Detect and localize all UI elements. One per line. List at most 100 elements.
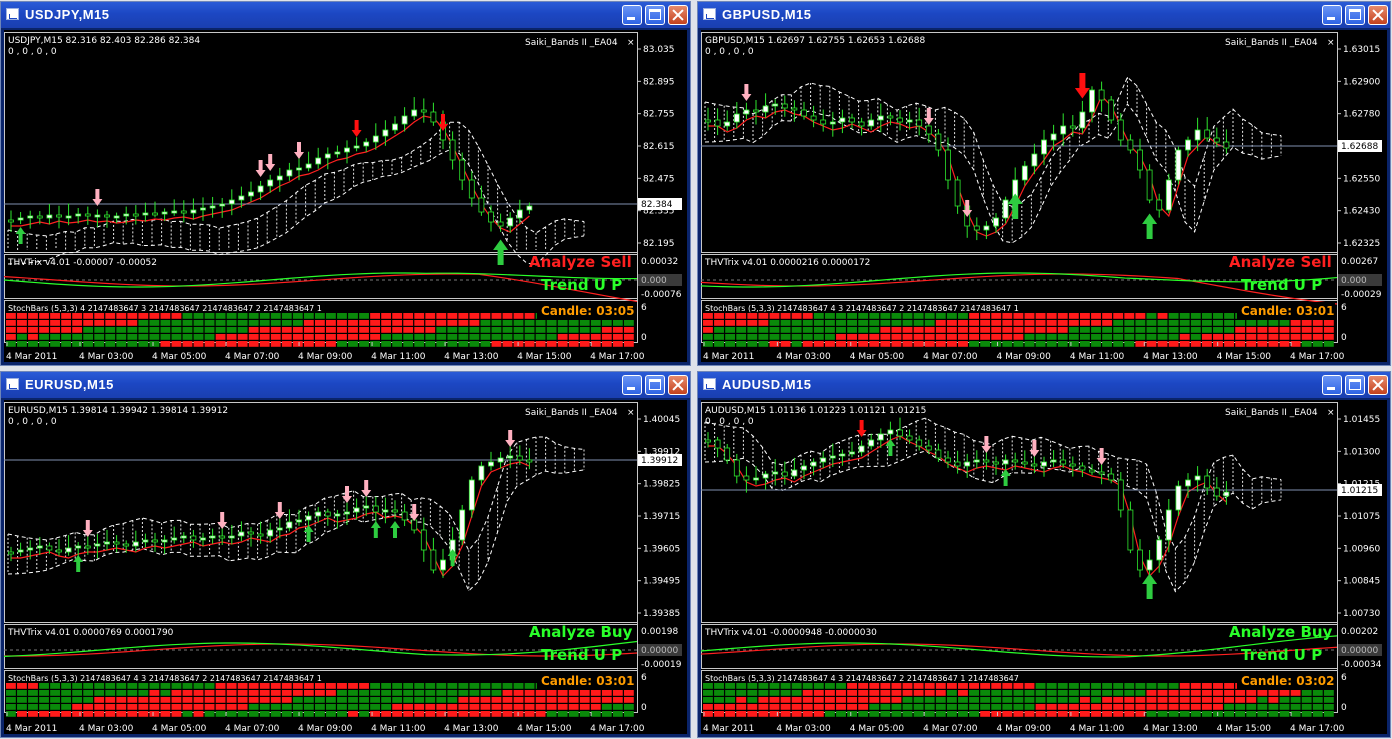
stoch-cell [758, 711, 769, 717]
title-bar[interactable]: EURUSD,M15 [1, 372, 690, 398]
stoch-cell [791, 704, 802, 710]
minimize-button[interactable] [1322, 5, 1342, 25]
minimize-button[interactable] [622, 5, 642, 25]
stoch-cell [303, 697, 314, 703]
stoch-cell [403, 341, 414, 347]
chart-area[interactable]: 83.035 82.895 82.755 82.615 82.475 82.335 82.1… [4, 30, 687, 362]
stoch-cell [138, 341, 149, 347]
stoch-cell [149, 313, 160, 319]
stoch-cell [714, 341, 724, 347]
stoch-cell [502, 711, 513, 717]
title-bar[interactable]: GBPUSD,M15 [698, 2, 1390, 28]
stoch-cell [847, 334, 858, 340]
candle-body [1060, 125, 1067, 135]
trend-text: Trend U P [1241, 646, 1322, 664]
symbol-info: GBPUSD,M15 1.62697 1.62755 1.62653 1.626… [705, 36, 925, 46]
close-button[interactable] [1368, 375, 1388, 395]
stoch-cell [524, 711, 535, 717]
candle-body [1041, 461, 1047, 467]
close-button[interactable] [668, 375, 688, 395]
chart-area[interactable]: 1.01455 1.01300 1.01215 1.01075 1.00960 1.008… [701, 400, 1387, 734]
stoch-cell [1079, 313, 1090, 319]
stoch-cell [1179, 313, 1190, 319]
stoch-cell [780, 690, 791, 696]
stoch-cell [491, 697, 502, 703]
stoch-cell [215, 320, 226, 326]
stoch-cell [326, 327, 336, 333]
stoch-cell [314, 690, 325, 696]
chart-window-gbpusd[interactable]: GBPUSD,M15 1.630151.629001.627801.626881… [697, 1, 1391, 366]
candle-body [276, 175, 283, 181]
stoch-cell [946, 320, 957, 326]
maximize-button[interactable] [1345, 5, 1365, 25]
candle-body [104, 541, 110, 545]
stoch-cell [1279, 320, 1290, 326]
stoch-cell [193, 334, 204, 340]
stoch-cell [858, 683, 869, 689]
stoch-cell [326, 320, 336, 326]
candle-body [497, 221, 504, 227]
stoch-cell [337, 697, 347, 703]
minimize-button[interactable] [1322, 375, 1342, 395]
candle-body [906, 435, 913, 441]
candle-body [430, 549, 437, 571]
minimize-button[interactable] [622, 375, 642, 395]
stoch-cell [39, 697, 49, 703]
stoch-cell [1135, 327, 1146, 333]
stoch-cell [303, 711, 314, 717]
stoch-cell [348, 334, 358, 340]
stoch-cell [1113, 704, 1124, 710]
stoch-cell [1102, 697, 1113, 703]
candle-body [897, 117, 903, 123]
candle-body [372, 505, 379, 513]
candle-body [420, 529, 427, 551]
stoch-cell [39, 704, 49, 710]
stoch-cell [414, 320, 425, 326]
candle-body [1223, 491, 1230, 497]
stoch-cell [447, 313, 458, 319]
stoch-cell [535, 327, 546, 333]
stoch-cell [469, 683, 480, 689]
stoch-cell [447, 327, 458, 333]
chart-area[interactable]: 1.63015 1.62900 1.62780 1.62688 1.62550 1.624… [701, 30, 1387, 362]
candle-body [65, 215, 72, 219]
stoch-cell [116, 313, 127, 319]
stoch-cell [50, 697, 60, 703]
close-button[interactable] [668, 5, 688, 25]
candle-body [829, 455, 836, 459]
stoch-cell [292, 341, 303, 347]
stoch-cell [281, 313, 292, 319]
chart-window-audusd[interactable]: AUDUSD,M15 1.014551.013001.012151.010751… [697, 371, 1391, 738]
stoch-cell [1312, 334, 1323, 340]
candle-body [781, 103, 788, 109]
stoch-level-top: 6 [1341, 303, 1347, 313]
stoch-cell [314, 320, 325, 326]
maximize-button[interactable] [645, 375, 665, 395]
maximize-button[interactable] [1345, 375, 1365, 395]
stoch-cell [568, 341, 579, 347]
stoch-cell [1190, 704, 1201, 710]
stoch-cell [1179, 711, 1190, 717]
stoch-cell [1124, 320, 1135, 326]
stoch-cell [94, 697, 105, 703]
price-label: 82.195 [643, 239, 675, 249]
time-label: 4 Mar 2011 [703, 724, 754, 734]
title-bar[interactable]: USDJPY,M15 [1, 2, 690, 28]
stoch-cell [171, 683, 182, 689]
close-button[interactable] [1368, 5, 1388, 25]
window-title: USDJPY,M15 [25, 7, 110, 22]
chart-window-usdjpy[interactable]: USDJPY,M15 83.035 82.895 82.755 82.615 82.47… [0, 1, 691, 366]
candle-timer: Candle: 03:01 [541, 674, 634, 688]
stoch-cell [769, 334, 780, 340]
candle-body [257, 533, 264, 537]
stoch-cell [1213, 320, 1223, 326]
stoch-cell [836, 711, 846, 717]
maximize-button[interactable] [645, 5, 665, 25]
title-bar[interactable]: AUDUSD,M15 [698, 372, 1390, 398]
stoch-cell [105, 690, 116, 696]
indicator-values: 0 , 0 , 0 , 0 [705, 47, 754, 57]
stoch-cell [880, 320, 891, 326]
chart-area[interactable]: 1.40045 1.39912 1.39825 1.39715 1.39605 1.394… [4, 400, 687, 734]
chart-window-eurusd[interactable]: EURUSD,M15 1.40045 1.39912 1.39825 1.39715 1… [0, 371, 691, 738]
stoch-cell [414, 313, 425, 319]
